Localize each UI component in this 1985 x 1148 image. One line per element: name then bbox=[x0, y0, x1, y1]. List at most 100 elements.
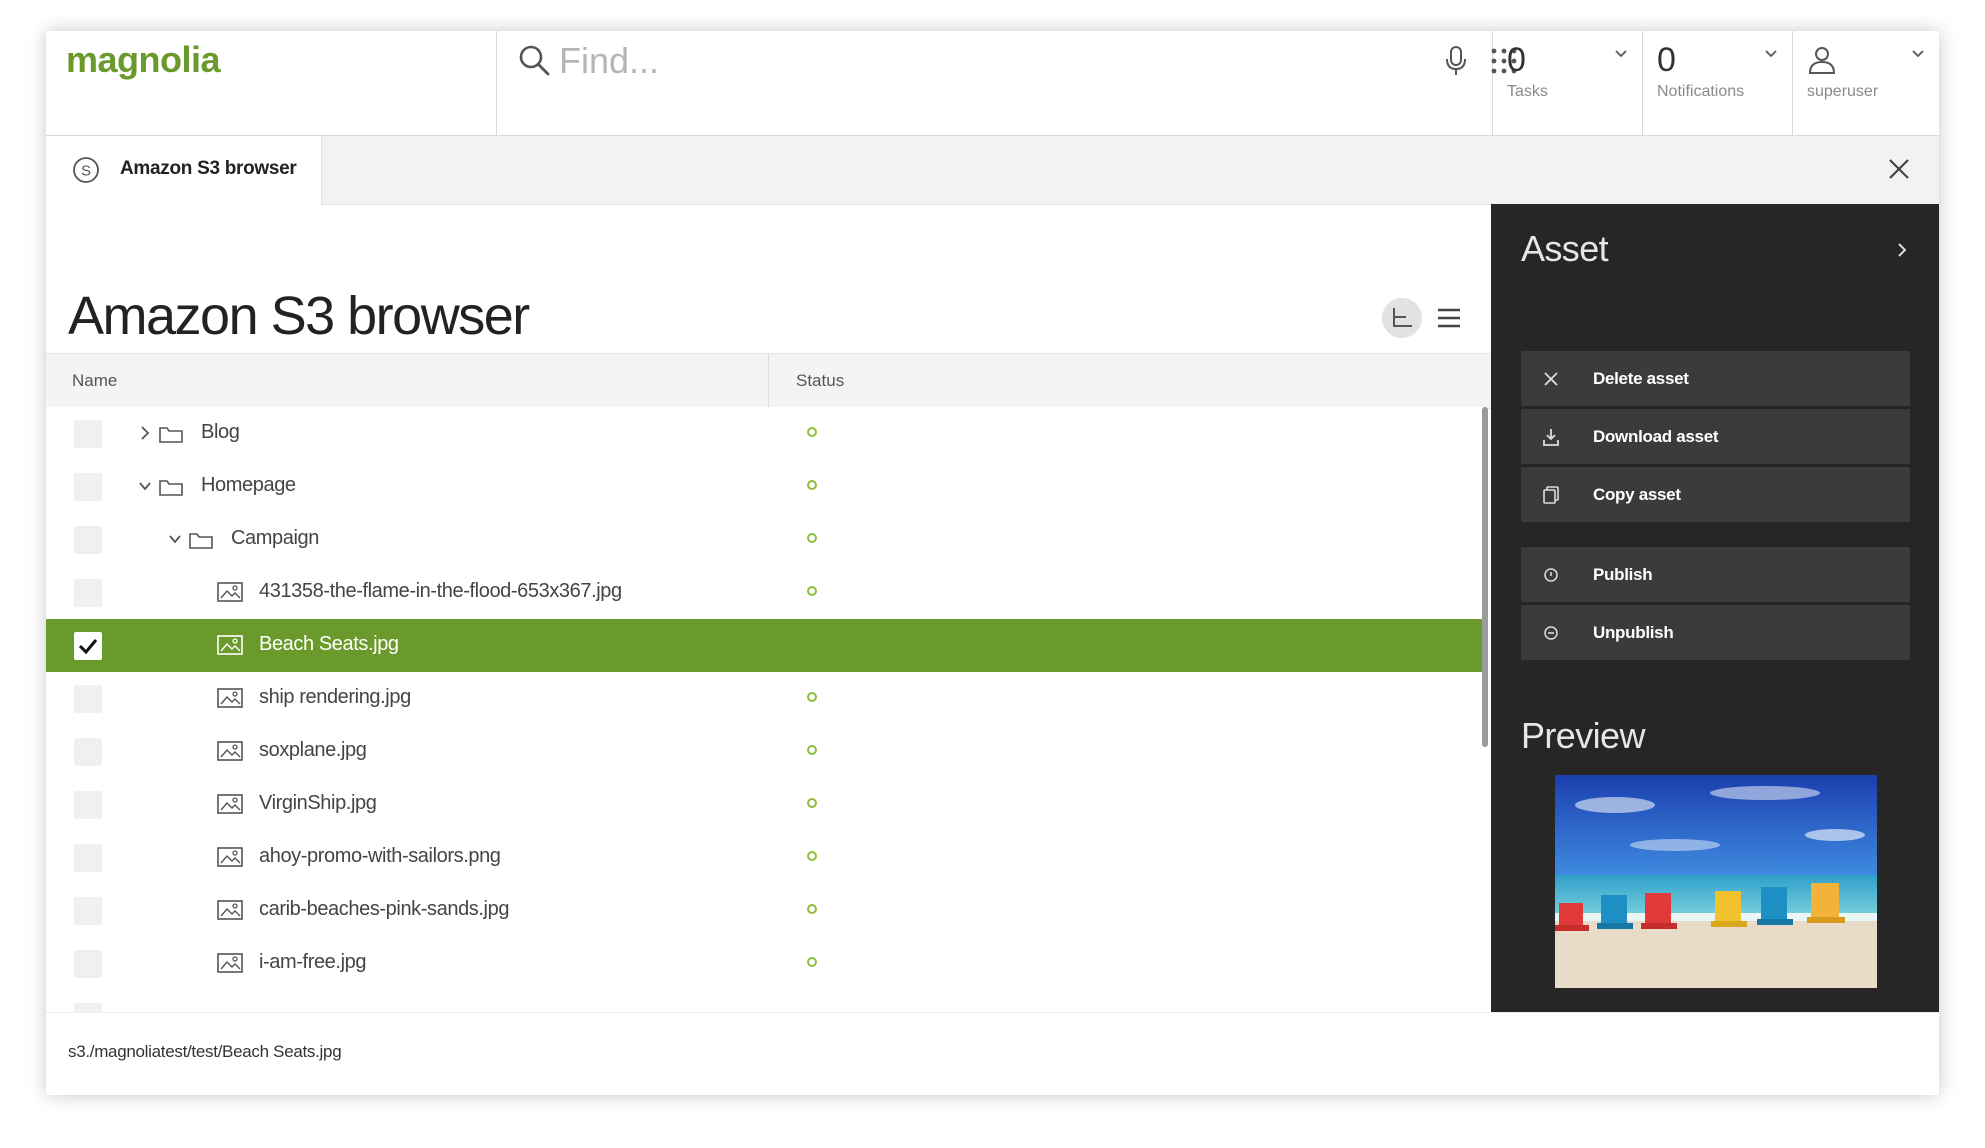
status-indicator bbox=[807, 427, 817, 437]
row-checkbox[interactable] bbox=[74, 738, 102, 766]
column-header-name[interactable]: Name bbox=[72, 371, 117, 391]
table-row[interactable]: VirginShip.jpg bbox=[46, 778, 1486, 832]
row-checkbox[interactable] bbox=[74, 685, 102, 713]
table-row[interactable]: ship rendering.jpg bbox=[46, 672, 1486, 726]
column-header-status[interactable]: Status bbox=[796, 371, 844, 391]
status-indicator bbox=[807, 586, 817, 596]
chevron-down-icon bbox=[1765, 50, 1777, 58]
tasks-count: 0 bbox=[1507, 41, 1526, 79]
image-icon bbox=[217, 741, 243, 761]
search-area bbox=[497, 31, 1517, 135]
magnolia-logo: magnolia bbox=[66, 39, 221, 80]
chevron-right-icon[interactable] bbox=[138, 424, 152, 442]
row-checkbox[interactable] bbox=[74, 844, 102, 872]
row-label: carib-beaches-pink-sands.jpg bbox=[259, 898, 510, 920]
status-indicator bbox=[807, 851, 817, 861]
user-icon bbox=[1808, 47, 1836, 74]
row-checkbox-checked[interactable] bbox=[74, 632, 102, 660]
table-row[interactable]: carib-beaches-pink-sands.jpg bbox=[46, 884, 1486, 938]
download-icon bbox=[1543, 429, 1559, 446]
row-label: 431358-the-flame-in-the-flood-653x367.jp… bbox=[259, 580, 622, 602]
user-label: superuser bbox=[1807, 83, 1879, 100]
folder-icon bbox=[159, 480, 183, 496]
delete-asset-button[interactable]: Delete asset bbox=[1521, 351, 1910, 406]
publish-icon bbox=[1544, 568, 1558, 582]
download-asset-label: Download asset bbox=[1593, 427, 1719, 446]
grid-scrollbar[interactable] bbox=[1482, 407, 1488, 747]
tasks-indicator[interactable]: 0 Tasks bbox=[1493, 31, 1643, 135]
notifications-indicator[interactable]: 0 Notifications bbox=[1643, 31, 1793, 135]
table-row-selected[interactable]: Beach Seats.jpg bbox=[46, 619, 1486, 673]
image-icon bbox=[217, 794, 243, 814]
search-input[interactable] bbox=[557, 35, 1361, 87]
table-row[interactable]: soxplane.jpg bbox=[46, 725, 1486, 779]
row-label: Blog bbox=[201, 421, 240, 443]
table-row[interactable]: Blog bbox=[46, 407, 1486, 461]
chevron-down-icon bbox=[1615, 50, 1627, 58]
unpublish-button[interactable]: Unpublish bbox=[1521, 605, 1910, 660]
table-row[interactable]: ahoy-promo-with-sailors.png bbox=[46, 831, 1486, 885]
user-menu[interactable]: superuser bbox=[1793, 31, 1939, 135]
microphone-icon[interactable] bbox=[1444, 45, 1468, 77]
image-icon bbox=[217, 953, 243, 973]
list-view-icon[interactable] bbox=[1434, 303, 1464, 333]
folder-icon bbox=[189, 533, 213, 549]
grid-header: Name Status bbox=[46, 353, 1491, 409]
row-label: i-am-free.jpg bbox=[259, 951, 367, 973]
copy-asset-label: Copy asset bbox=[1593, 485, 1681, 504]
download-asset-button[interactable]: Download asset bbox=[1521, 409, 1910, 464]
row-checkbox[interactable] bbox=[74, 897, 102, 925]
table-row[interactable]: Campaign bbox=[46, 513, 1486, 567]
asset-grid: Name Status Blog Homepage Campaign 43135… bbox=[46, 353, 1491, 1013]
selected-path: s3./magnoliatest/test/Beach Seats.jpg bbox=[68, 1042, 342, 1061]
column-divider[interactable] bbox=[768, 354, 769, 408]
chevron-down-icon bbox=[1912, 50, 1924, 58]
delete-asset-label: Delete asset bbox=[1593, 369, 1689, 388]
action-panel: Asset Delete asset Download asset Copy a… bbox=[1491, 204, 1939, 1012]
tab-bar: S Amazon S3 browser bbox=[46, 136, 1939, 205]
status-indicator bbox=[807, 692, 817, 702]
preview-title: Preview bbox=[1521, 715, 1645, 756]
page-title: Amazon S3 browser bbox=[68, 286, 530, 346]
row-label: ahoy-promo-with-sailors.png bbox=[259, 845, 501, 867]
status-indicator bbox=[807, 798, 817, 808]
notifications-label: Notifications bbox=[1657, 83, 1745, 100]
publish-button[interactable]: Publish bbox=[1521, 547, 1910, 602]
tree-view-toggle[interactable] bbox=[1382, 298, 1422, 338]
row-label: Campaign bbox=[231, 527, 319, 549]
row-label: Homepage bbox=[201, 474, 296, 496]
status-indicator bbox=[807, 957, 817, 967]
copy-asset-button[interactable]: Copy asset bbox=[1521, 467, 1910, 522]
row-checkbox[interactable] bbox=[74, 579, 102, 607]
unpublish-label: Unpublish bbox=[1593, 623, 1674, 642]
chevron-right-icon[interactable] bbox=[1895, 242, 1909, 258]
table-row[interactable]: i-am-free.jpg bbox=[46, 937, 1486, 991]
chevron-down-icon[interactable] bbox=[168, 530, 182, 548]
image-icon bbox=[217, 582, 243, 602]
folder-icon bbox=[159, 427, 183, 443]
row-label: Beach Seats.jpg bbox=[259, 633, 399, 655]
row-checkbox[interactable] bbox=[74, 526, 102, 554]
status-indicator bbox=[807, 904, 817, 914]
table-row[interactable]: 431358-the-flame-in-the-flood-653x367.jp… bbox=[46, 566, 1486, 620]
search-icon[interactable] bbox=[517, 43, 551, 77]
row-checkbox[interactable] bbox=[74, 791, 102, 819]
panel-title: Asset bbox=[1521, 228, 1609, 269]
row-checkbox[interactable] bbox=[74, 473, 102, 501]
svg-text:S: S bbox=[81, 163, 91, 180]
table-row[interactable]: Homepage bbox=[46, 460, 1486, 514]
chevron-down-icon[interactable] bbox=[138, 477, 152, 495]
asset-preview-image[interactable] bbox=[1555, 775, 1877, 988]
row-checkbox[interactable] bbox=[74, 420, 102, 448]
s3-app-icon: S bbox=[73, 157, 99, 183]
image-icon bbox=[217, 688, 243, 708]
close-icon[interactable] bbox=[1886, 156, 1912, 182]
tab-amazon-s3-browser[interactable]: S Amazon S3 browser bbox=[46, 136, 322, 205]
checkmark-icon bbox=[78, 639, 98, 655]
status-footer: s3./magnoliatest/test/Beach Seats.jpg bbox=[46, 1012, 1939, 1095]
row-checkbox[interactable] bbox=[74, 950, 102, 978]
table-row[interactable] bbox=[46, 990, 1486, 1013]
logo-area[interactable]: magnolia bbox=[46, 31, 497, 135]
tree-view-icon bbox=[1393, 308, 1412, 327]
close-icon bbox=[1544, 372, 1558, 386]
